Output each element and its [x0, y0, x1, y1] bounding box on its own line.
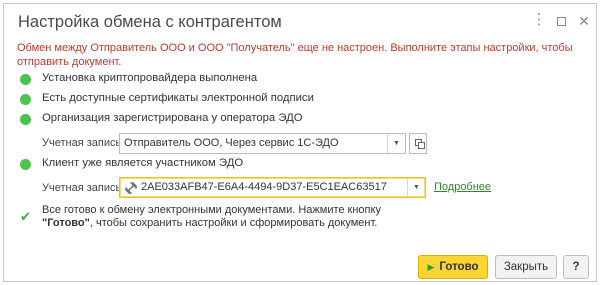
close-icon[interactable]: ✕ — [576, 13, 592, 29]
status-ok-icon — [20, 74, 31, 85]
dialog-window: Настройка обмена с контрагентом ⋮ ✕ Обме… — [3, 3, 597, 282]
warning-message: Обмен между Отправитель ООО и ООО "Получ… — [17, 42, 573, 68]
status-ok-icon — [20, 159, 31, 170]
link-icon — [125, 182, 137, 194]
participant-id-select[interactable]: 2AE033AFB47-E6A4-4494-9D37-E5C1EAC63517 … — [119, 177, 426, 198]
play-icon: ▶ — [427, 262, 435, 272]
status-ok-icon — [20, 94, 31, 105]
account-label: Учетная запись: — [42, 182, 125, 194]
maximize-icon[interactable] — [553, 13, 569, 29]
step-operator-registration: Организация зарегистрирована у оператора… — [42, 112, 303, 124]
ready-message: Все готово к обмену электронными докумен… — [42, 204, 382, 230]
status-ok-icon — [20, 114, 31, 125]
step-edo-participant: Клиент уже является участником ЭДО — [42, 157, 244, 169]
details-link[interactable]: Подробнее — [434, 181, 491, 193]
open-icon[interactable] — [409, 133, 427, 154]
close-button[interactable]: Закрыть — [495, 255, 557, 279]
ready-message-bold: "Готово" — [42, 217, 90, 229]
more-vertical-icon[interactable]: ⋮ — [531, 12, 547, 29]
step-crypto-provider: Установка криптопровайдера выполнена — [42, 72, 258, 84]
step-certificates: Есть доступные сертификаты электронной п… — [42, 92, 314, 104]
account-label: Учетная запись: — [42, 137, 125, 149]
check-icon: ✔ — [20, 209, 31, 224]
ready-message-part2: , чтобы сохранить настройки и сформирова… — [89, 217, 378, 229]
participant-id-value: 2AE033AFB47-E6A4-4494-9D37-E5C1EAC63517 — [141, 181, 387, 193]
account-select[interactable]: Отправитель ООО, Через сервис 1С-ЭДО ▼ — [119, 133, 406, 154]
done-button[interactable]: ▶ Готово — [418, 255, 488, 279]
chevron-down-icon[interactable]: ▼ — [407, 178, 425, 197]
ready-message-part1: Все готово к обмену электронными докумен… — [42, 204, 381, 216]
chevron-down-icon[interactable]: ▼ — [387, 134, 405, 153]
help-button[interactable]: ? — [563, 255, 589, 279]
done-button-label: Готово — [439, 261, 479, 273]
account-select-value: Отправитель ООО, Через сервис 1С-ЭДО — [124, 137, 339, 149]
dialog-title: Настройка обмена с контрагентом — [18, 13, 282, 31]
